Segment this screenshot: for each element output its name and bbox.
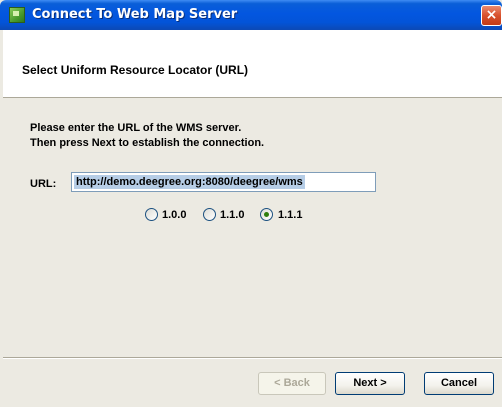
content-panel: Please enter the URL of the WMS server. … — [3, 99, 502, 356]
header-panel: Select Uniform Resource Locator (URL) — [3, 30, 502, 98]
cancel-button[interactable]: Cancel — [424, 372, 494, 395]
back-button[interactable]: < Back — [258, 372, 326, 395]
radio-version-1-1-1[interactable] — [260, 208, 273, 221]
radio-version-1-0-0[interactable] — [145, 208, 158, 221]
instruction-line-1: Please enter the URL of the WMS server. — [30, 122, 242, 134]
button-bar-separator — [3, 357, 502, 359]
window-title: Connect To Web Map Server — [32, 7, 238, 22]
radio-label-1-1-1[interactable]: 1.1.1 — [278, 209, 302, 221]
radio-version-1-1-0[interactable] — [203, 208, 216, 221]
url-input-value: http://demo.deegree.org:8080/deegree/wms — [74, 175, 305, 189]
title-bar[interactable]: Connect To Web Map Server × — [0, 0, 502, 30]
version-radio-group: 1.0.0 1.1.0 1.1.1 — [3, 208, 502, 224]
dialog-window: Connect To Web Map Server × Select Unifo… — [0, 0, 502, 407]
map-server-icon — [9, 7, 25, 23]
page-title: Select Uniform Resource Locator (URL) — [22, 63, 249, 77]
instruction-line-2: Then press Next to establish the connect… — [30, 137, 265, 149]
radio-label-1-1-0[interactable]: 1.1.0 — [220, 209, 244, 221]
url-label: URL: — [30, 178, 57, 190]
url-input[interactable]: http://demo.deegree.org:8080/deegree/wms — [71, 172, 376, 192]
next-button[interactable]: Next > — [335, 372, 405, 395]
close-button[interactable]: × — [481, 5, 502, 26]
close-icon: × — [485, 7, 498, 23]
radio-label-1-0-0[interactable]: 1.0.0 — [162, 209, 186, 221]
